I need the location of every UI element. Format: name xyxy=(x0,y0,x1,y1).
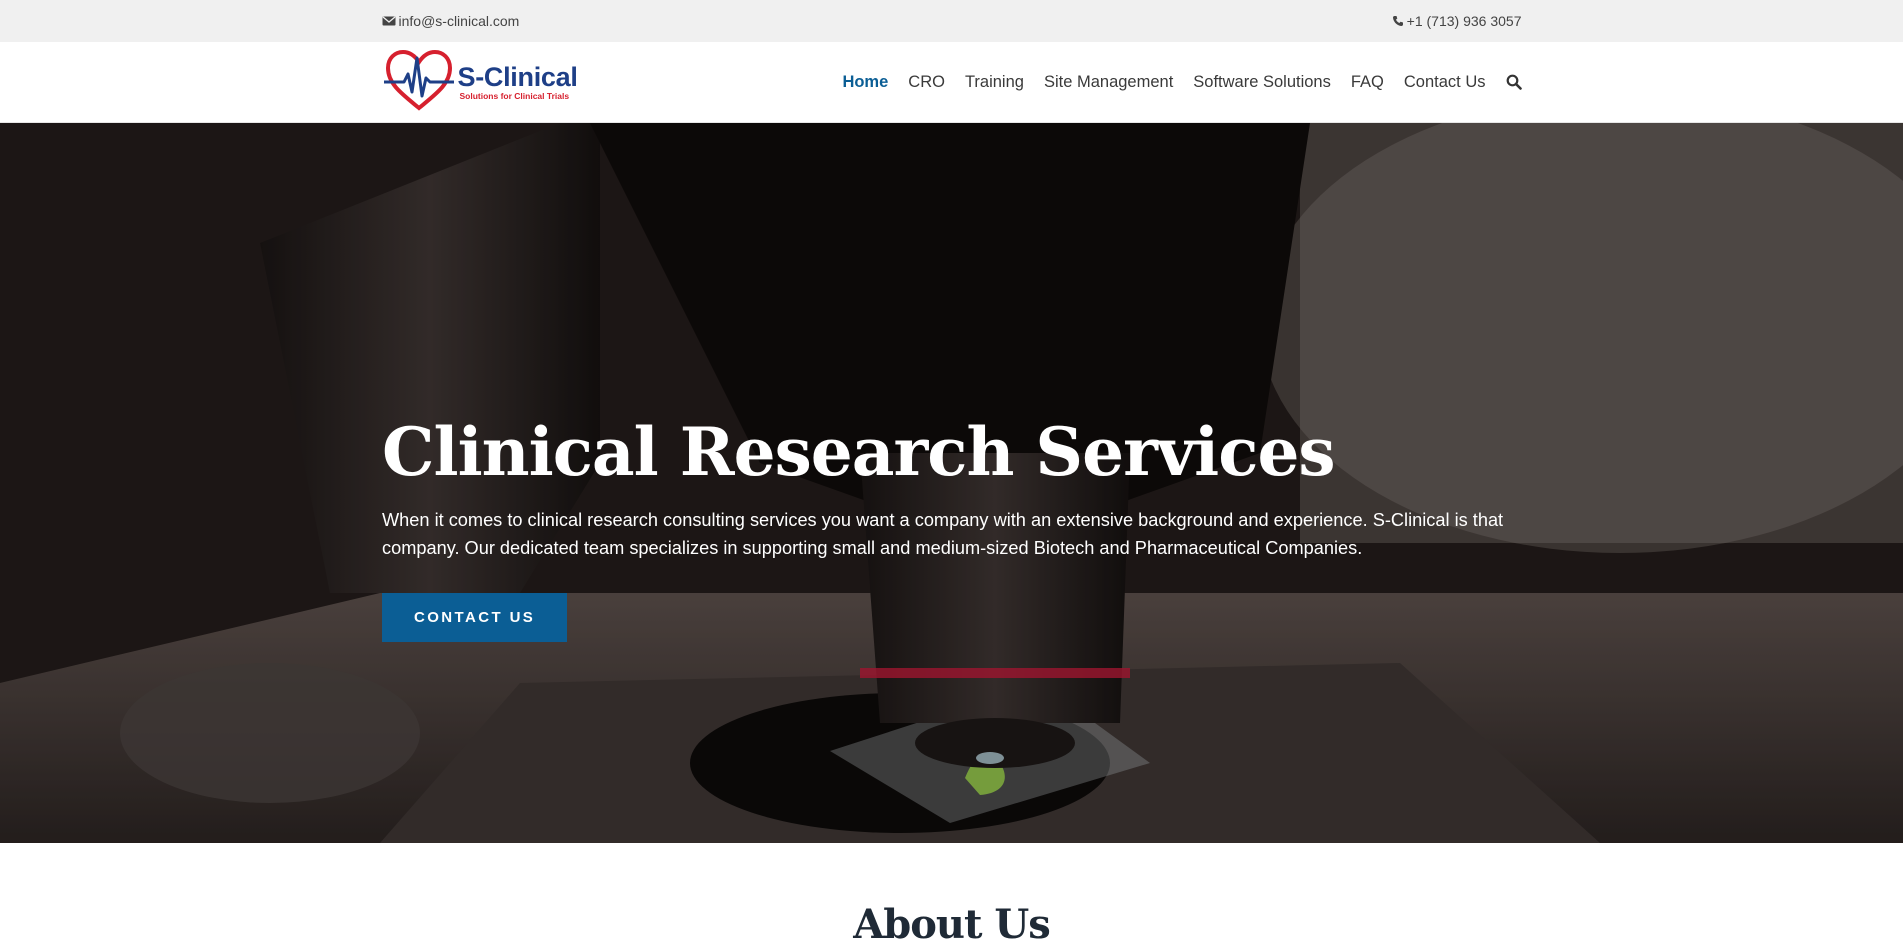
nav-home[interactable]: Home xyxy=(832,73,898,92)
logo-title: S-Clinical xyxy=(457,61,578,92)
search-icon[interactable] xyxy=(1496,74,1522,90)
nav-site-management[interactable]: Site Management xyxy=(1034,73,1183,92)
phone-contact[interactable]: +1 (713) 936 3057 xyxy=(1392,13,1522,29)
nav-software-solutions[interactable]: Software Solutions xyxy=(1183,73,1341,92)
hero-title: Clinical Research Services xyxy=(382,413,1336,491)
site-logo[interactable]: S-Clinical Solutions for Clinical Trials xyxy=(382,42,578,122)
logo-text: S-Clinical Solutions for Clinical Trials xyxy=(457,61,578,101)
main-nav: Home CRO Training Site Management Softwa… xyxy=(832,73,1522,92)
about-title: About Us xyxy=(853,901,1051,942)
phone-text[interactable]: +1 (713) 936 3057 xyxy=(1407,13,1522,29)
top-bar: info@s-clinical.com +1 (713) 936 3057 xyxy=(0,0,1903,42)
logo-subtitle: Solutions for Clinical Trials xyxy=(459,90,570,101)
site-header: S-Clinical Solutions for Clinical Trials… xyxy=(0,42,1903,123)
phone-icon xyxy=(1392,15,1404,27)
envelope-icon xyxy=(382,15,396,27)
email-text[interactable]: info@s-clinical.com xyxy=(399,13,520,29)
hero-content: Clinical Research Services When it comes… xyxy=(382,413,1522,643)
email-contact[interactable]: info@s-clinical.com xyxy=(382,13,520,29)
nav-faq[interactable]: FAQ xyxy=(1341,73,1394,92)
nav-contact-us[interactable]: Contact Us xyxy=(1394,73,1496,92)
heart-pulse-logo-icon xyxy=(382,48,456,117)
hero-section: Clinical Research Services When it comes… xyxy=(0,123,1903,843)
nav-cro[interactable]: CRO xyxy=(898,73,955,92)
hero-description: When it comes to clinical research consu… xyxy=(382,510,1504,559)
contact-us-button[interactable]: CONTACT US xyxy=(382,593,568,643)
nav-training[interactable]: Training xyxy=(955,73,1034,92)
about-section: About Us xyxy=(0,843,1903,942)
